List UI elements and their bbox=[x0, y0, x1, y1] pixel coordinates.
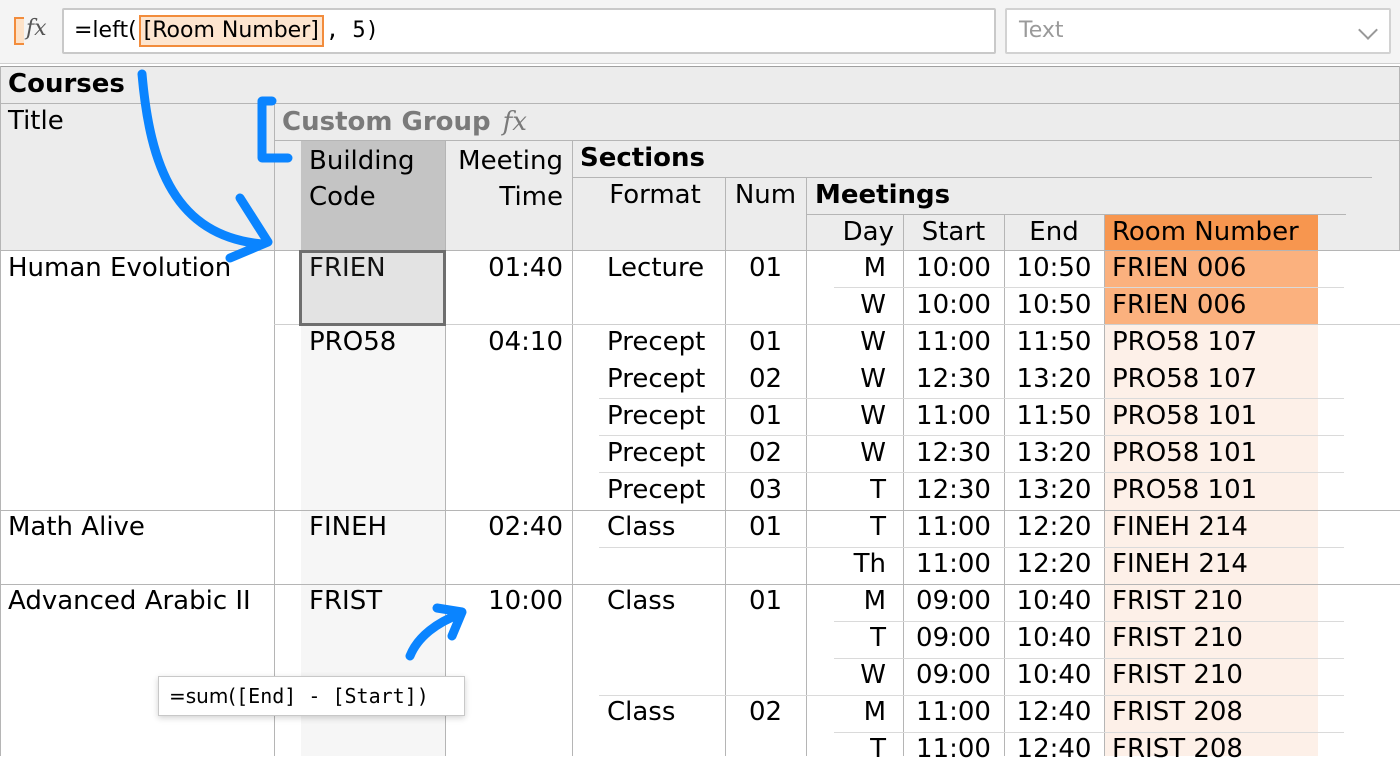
bracket-annotation-icon bbox=[257, 96, 293, 163]
column-bracket-icon bbox=[14, 17, 24, 45]
tooltip-function: =sum( bbox=[169, 684, 237, 708]
formula-rest: , 5) bbox=[325, 18, 379, 43]
formula-fx-icon[interactable]: fx bbox=[12, 14, 52, 48]
formula-tooltip: =sum([End] - [Start]) bbox=[158, 676, 465, 716]
arrowhead-icon bbox=[225, 193, 273, 263]
formula-function: =left( bbox=[74, 18, 137, 43]
tooltip-expression: [End] - [Start]) bbox=[236, 684, 429, 708]
arrow-course-to-building bbox=[137, 69, 267, 249]
annotation-arrows bbox=[137, 69, 467, 661]
formula-input[interactable]: =left([Room Number], 5) bbox=[62, 8, 996, 54]
fx-icon: fx bbox=[26, 16, 47, 41]
formula-token-room-number[interactable]: [Room Number] bbox=[138, 15, 324, 47]
formula-bar: fx =left([Room Number], 5) Text bbox=[0, 0, 1400, 64]
column-type-select[interactable]: Text bbox=[1005, 8, 1391, 54]
data-grid: Courses Title Custom Group fx Building Cod… bbox=[0, 66, 1400, 764]
column-type-value: Text bbox=[1019, 18, 1064, 43]
chevron-down-icon bbox=[1358, 20, 1378, 40]
